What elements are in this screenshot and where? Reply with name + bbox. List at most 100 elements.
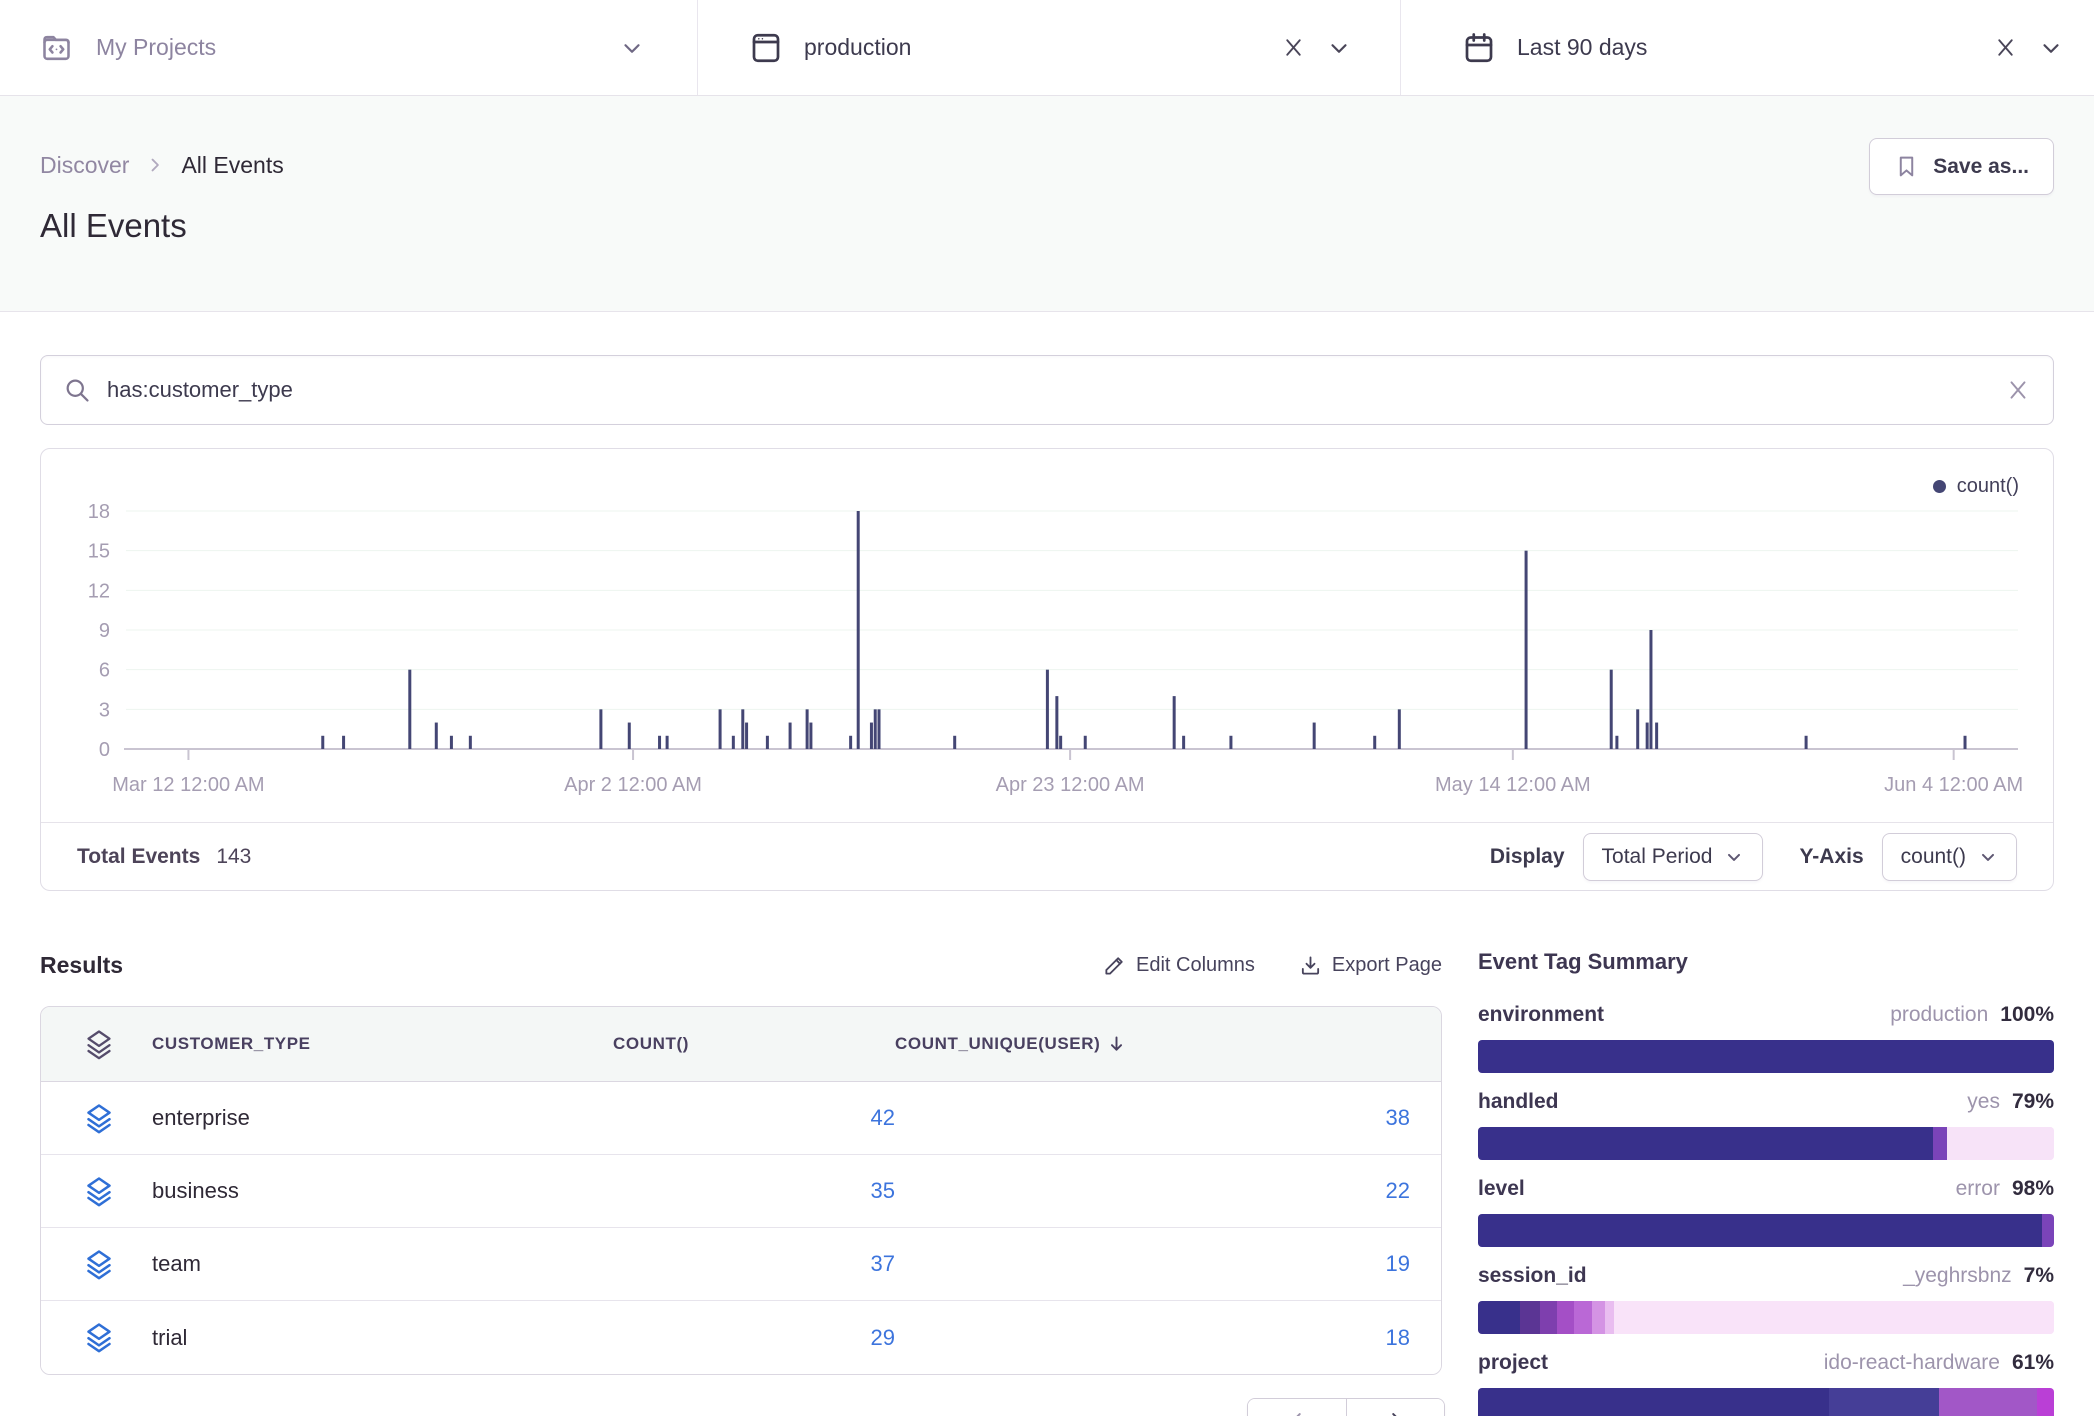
tag-distribution-bar [1478,1040,2054,1073]
pagination [1247,1398,1445,1416]
count-unique-link[interactable]: 18 [1386,1325,1410,1350]
breadcrumb-chevron-icon [145,155,165,175]
row-stack-button[interactable] [41,1155,113,1228]
project-selector-label: My Projects [96,34,216,61]
pagination-previous-button[interactable] [1248,1399,1346,1416]
date-chevron-down-icon[interactable] [2038,35,2064,61]
display-mode-dropdown[interactable]: Total Period [1583,833,1764,881]
chart-canvas: 0369121518Mar 12 12:00 AMApr 2 12:00 AMA… [41,449,2055,822]
date-range-selector[interactable]: Last 90 days [1400,0,2094,95]
customer-type-cell: team [113,1228,613,1301]
page-header: Discover All Events All Events Save as..… [0,96,2094,312]
count-unique-link[interactable]: 38 [1386,1105,1410,1130]
environment-clear-icon[interactable] [1281,35,1306,60]
tag-percent: 100% [2000,1003,2054,1027]
export-page-button[interactable]: Export Page [1299,954,1442,977]
environment-selector[interactable]: production [697,0,1400,95]
tag-name: session_id [1478,1264,1587,1288]
environment-chevron-down-icon[interactable] [1326,35,1352,61]
event-tag-summary: Event Tag Summary environment production… [1478,949,2054,1416]
tag-distribution-bar [1478,1214,2054,1247]
tag-distribution-bar [1478,1388,2054,1416]
search-icon [63,376,91,404]
svg-text:12: 12 [88,580,110,602]
project-chevron-down-icon[interactable] [619,35,645,61]
table-row: business 35 22 [41,1155,1441,1228]
column-header-count-unique-user[interactable]: COUNT_UNIQUE(USER) [895,1007,1441,1082]
count-link[interactable]: 37 [871,1251,895,1276]
tag-top-value: error [1956,1177,2000,1201]
tag-summary-heading: Event Tag Summary [1478,949,2054,979]
tag-top-value: production [1890,1003,1988,1027]
column-header-customer-type[interactable]: CUSTOMER_TYPE [113,1007,613,1082]
tag-name: environment [1478,1003,1604,1027]
legend-count-label: count() [1957,475,2019,498]
total-events-value: 143 [216,845,251,869]
tag-percent: 98% [2012,1177,2054,1201]
date-clear-icon[interactable] [1993,35,2018,60]
tag-top-value: _yeghrsbnz [1903,1264,2012,1288]
customer-type-cell: business [113,1155,613,1228]
download-icon [1299,954,1322,977]
tag-group-environment: environment production 100% [1478,1003,2054,1073]
count-unique-link[interactable]: 22 [1386,1178,1410,1203]
svg-text:0: 0 [99,739,110,761]
events-chart: count() 0369121518Mar 12 12:00 AMApr 2 1… [41,449,2053,822]
tag-top-value: yes [1967,1090,2000,1114]
tag-name: level [1478,1177,1525,1201]
table-row: enterprise 42 38 [41,1082,1441,1155]
table-row: team 37 19 [41,1228,1441,1301]
svg-text:Jun 4 12:00 AM: Jun 4 12:00 AM [1884,774,2023,796]
customer-type-cell: enterprise [113,1082,613,1155]
chevron-down-icon [1724,847,1744,867]
window-icon [748,30,784,66]
svg-text:Apr 2 12:00 AM: Apr 2 12:00 AM [564,774,702,796]
pagination-next-button[interactable] [1346,1399,1444,1416]
tag-group-project: project ido-react-hardware 61% [1478,1351,2054,1416]
tag-group-level: level error 98% [1478,1177,2054,1247]
row-stack-button[interactable] [41,1228,113,1301]
tag-name: handled [1478,1090,1559,1114]
y-axis-value: count() [1901,845,1966,869]
svg-text:Apr 23 12:00 AM: Apr 23 12:00 AM [996,774,1145,796]
calendar-icon [1461,30,1497,66]
count-link[interactable]: 29 [871,1325,895,1350]
tag-percent: 79% [2012,1090,2054,1114]
display-label: Display [1490,845,1565,869]
tag-group-handled: handled yes 79% [1478,1090,2054,1160]
breadcrumb-discover-link[interactable]: Discover [40,152,129,179]
layers-icon [85,1103,113,1134]
count-link[interactable]: 42 [871,1105,895,1130]
top-navigation-bar: My Projects production [0,0,2094,96]
column-header-count[interactable]: COUNT() [613,1007,895,1082]
chevron-down-icon [1978,847,1998,867]
tag-percent: 7% [2024,1264,2054,1288]
tag-group-session-id: session_id _yeghrsbnz 7% [1478,1264,2054,1334]
tag-top-value: ido-react-hardware [1824,1351,2000,1375]
tag-distribution-bar [1478,1127,2054,1160]
row-stack-button[interactable] [41,1301,113,1374]
project-selector[interactable]: My Projects [0,0,697,95]
svg-text:18: 18 [88,501,110,523]
search-clear-icon[interactable] [2005,377,2031,403]
svg-text:May 14 12:00 AM: May 14 12:00 AM [1435,774,1591,796]
display-mode-value: Total Period [1602,845,1713,869]
row-stack-button[interactable] [41,1082,113,1155]
svg-text:9: 9 [99,620,110,642]
stack-icon-header [41,1007,113,1082]
customer-type-cell: trial [113,1301,613,1374]
edit-columns-button[interactable]: Edit Columns [1103,954,1255,977]
breadcrumb-current: All Events [181,152,283,179]
count-link[interactable]: 35 [871,1178,895,1203]
svg-text:Mar 12 12:00 AM: Mar 12 12:00 AM [112,774,264,796]
layers-icon [85,1249,113,1280]
count-unique-link[interactable]: 19 [1386,1251,1410,1276]
svg-text:6: 6 [99,660,110,682]
layers-icon [85,1322,113,1353]
save-as-button[interactable]: Save as... [1869,138,2054,195]
search-input[interactable] [107,377,2005,403]
svg-text:3: 3 [99,699,110,721]
tag-name: project [1478,1351,1548,1375]
layers-icon [85,1029,113,1060]
y-axis-dropdown[interactable]: count() [1882,833,2017,881]
